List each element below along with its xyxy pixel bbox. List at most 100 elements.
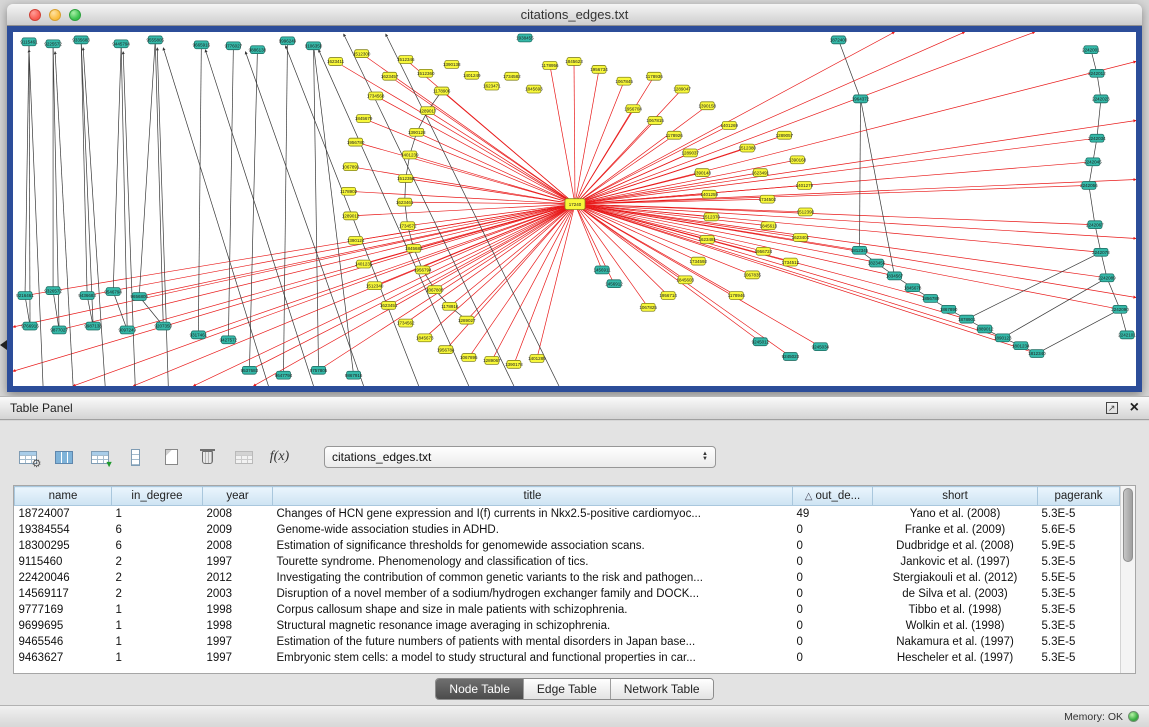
column-header-out_degree[interactable]: △out_de... [793, 487, 873, 506]
graph-edge[interactable] [205, 50, 313, 386]
cell-title[interactable]: Genome-wide association studies in ADHD. [273, 522, 793, 538]
cell-title[interactable]: Corpus callosum shape and size in male p… [273, 602, 793, 618]
cell-in_degree[interactable]: 1 [112, 634, 203, 650]
cell-name[interactable]: 22420046 [15, 570, 112, 586]
column-header-short[interactable]: short [873, 487, 1038, 506]
graph-edge[interactable] [575, 32, 895, 204]
cell-name[interactable]: 9699695 [15, 618, 112, 634]
graph-edge[interactable] [550, 65, 575, 204]
cell-short[interactable]: Nakamura et al. (1997) [873, 634, 1038, 650]
table-mode-icon[interactable]: ⚙ [14, 444, 41, 471]
cell-in_degree[interactable]: 2 [112, 586, 203, 602]
cell-pagerank[interactable]: 5.3E-5 [1038, 650, 1120, 666]
graph-edge[interactable] [575, 204, 820, 347]
graph-edge[interactable] [1037, 309, 1120, 353]
cell-out_degree[interactable]: 0 [793, 586, 873, 602]
cell-title[interactable]: Investigating the contribution of common… [273, 570, 793, 586]
cell-title[interactable]: Estimation of the future numbers of pati… [273, 634, 793, 650]
table-row[interactable]: 2242004622012Investigating the contribut… [15, 570, 1120, 586]
cell-short[interactable]: Hescheler et al. (1997) [873, 650, 1038, 666]
cell-pagerank[interactable]: 5.3E-5 [1038, 506, 1120, 522]
table-row[interactable]: 1872400712008Changes of HCN gene express… [15, 506, 1120, 522]
column-header-year[interactable]: year [203, 487, 273, 506]
cell-name[interactable]: 14569117 [15, 586, 112, 602]
cell-title[interactable]: Embryonic stem cells: a model to study s… [273, 650, 793, 666]
tab-edge-table[interactable]: Edge Table [523, 679, 610, 699]
cell-year[interactable]: 2012 [203, 570, 273, 586]
column-header-pagerank[interactable]: pagerank [1038, 487, 1120, 506]
cell-title[interactable]: Disruption of a novel member of a sodium… [273, 586, 793, 602]
graph-edge[interactable] [574, 62, 575, 205]
cell-out_degree[interactable]: 0 [793, 650, 873, 666]
cell-short[interactable]: Wolkin et al. (1998) [873, 618, 1038, 634]
graph-edge[interactable] [575, 32, 1035, 204]
cell-in_degree[interactable]: 6 [112, 538, 203, 554]
minimize-window-button[interactable] [49, 9, 61, 21]
graph-edge[interactable] [575, 185, 1089, 204]
table-row[interactable]: 1456911722003Disruption of a novel membe… [15, 586, 1120, 602]
cell-year[interactable]: 2009 [203, 522, 273, 538]
graph-edge[interactable] [425, 204, 575, 338]
graph-edge[interactable] [860, 99, 861, 250]
graph-edge[interactable] [575, 204, 752, 275]
cell-out_degree[interactable]: 0 [793, 538, 873, 554]
cell-year[interactable]: 1998 [203, 602, 273, 618]
cell-year[interactable]: 1997 [203, 650, 273, 666]
graph-edge[interactable] [1097, 99, 1101, 138]
collapse-panel-arrow-icon[interactable] [0, 340, 7, 350]
cell-pagerank[interactable]: 5.3E-5 [1038, 618, 1120, 634]
column-header-name[interactable]: name [15, 487, 112, 506]
graph-edge[interactable] [575, 204, 1003, 338]
delete-table-icon[interactable] [230, 444, 257, 471]
graph-edge[interactable] [575, 204, 1037, 353]
cell-title[interactable]: Changes of HCN gene expression and I(f) … [273, 506, 793, 522]
column-header-in_degree[interactable]: in_degree [112, 487, 203, 506]
new-column-icon[interactable] [158, 444, 185, 471]
zoom-window-button[interactable] [69, 9, 81, 21]
tab-node-table[interactable]: Node Table [436, 679, 523, 699]
graph-edge[interactable] [967, 252, 1101, 319]
cell-short[interactable]: Tibbo et al. (1998) [873, 602, 1038, 618]
column-header-title[interactable]: title [273, 487, 793, 506]
graph-edge[interactable] [157, 48, 168, 386]
graph-edge[interactable] [113, 292, 127, 330]
cell-title[interactable]: Tourette syndrome. Phenomenology and cla… [273, 554, 793, 570]
graph-edge[interactable] [83, 48, 105, 386]
graph-edge[interactable] [55, 52, 73, 386]
cell-in_degree[interactable]: 1 [112, 650, 203, 666]
cell-pagerank[interactable]: 5.3E-5 [1038, 554, 1120, 570]
graph-edge[interactable] [249, 50, 257, 371]
cell-short[interactable]: de Silva et al. (2003) [873, 586, 1038, 602]
table-row[interactable]: 1938455462009Genome-wide association stu… [15, 522, 1120, 538]
import-table-icon[interactable]: ▼ [86, 444, 113, 471]
table-row[interactable]: 946362711997Embryonic stem cells: a mode… [15, 650, 1120, 666]
cell-year[interactable]: 1997 [203, 634, 273, 650]
cell-short[interactable]: Stergiakouli et al. (2012) [873, 570, 1038, 586]
cell-name[interactable]: 18300295 [15, 538, 112, 554]
graph-edge[interactable] [514, 204, 575, 364]
cell-title[interactable]: Estimation of significance thresholds fo… [273, 538, 793, 554]
cell-pagerank[interactable]: 5.3E-5 [1038, 586, 1120, 602]
cell-out_degree[interactable]: 0 [793, 634, 873, 650]
graph-edge[interactable] [410, 155, 575, 204]
graph-edge[interactable] [155, 40, 163, 326]
graph-edge[interactable] [575, 173, 760, 204]
scrollbar-thumb[interactable] [1123, 488, 1133, 562]
graph-edge[interactable] [336, 62, 575, 205]
graph-edge[interactable] [575, 204, 931, 298]
cell-pagerank[interactable]: 5.3E-5 [1038, 634, 1120, 650]
cell-name[interactable]: 18724007 [15, 506, 112, 522]
cell-pagerank[interactable]: 5.9E-5 [1038, 538, 1120, 554]
graph-edge[interactable] [428, 111, 575, 204]
graph-edge[interactable] [1089, 185, 1095, 224]
cell-pagerank[interactable]: 5.3E-5 [1038, 602, 1120, 618]
cell-name[interactable]: 9463627 [15, 650, 112, 666]
graph-edge[interactable] [29, 50, 43, 386]
table-row[interactable]: 911546021997Tourette syndrome. Phenomeno… [15, 554, 1120, 570]
cell-title[interactable]: Structural magnetic resonance image aver… [273, 618, 793, 634]
window-titlebar[interactable]: citations_edges.txt [7, 4, 1142, 26]
cell-name[interactable]: 9777169 [15, 602, 112, 618]
table-selector-dropdown[interactable]: citations_edges.txt ▲▼ [324, 446, 716, 468]
graph-edge[interactable] [228, 46, 233, 340]
cell-name[interactable]: 9465546 [15, 634, 112, 650]
